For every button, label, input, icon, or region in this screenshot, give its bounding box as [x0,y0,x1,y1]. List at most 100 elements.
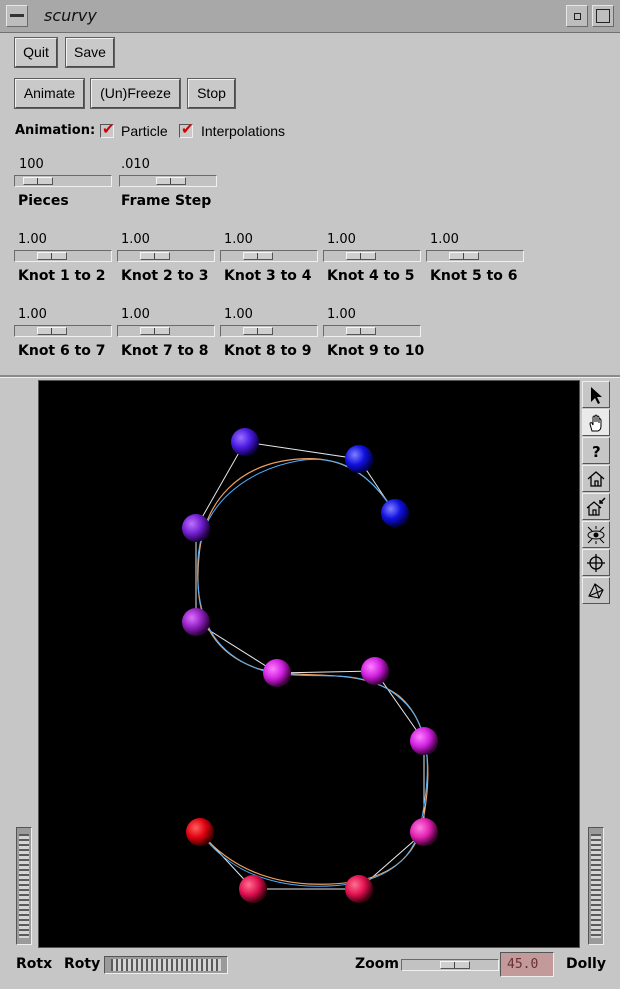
view-all-icon [587,526,605,544]
maximize-button[interactable] [592,5,614,27]
knot-7-8-value: 1.00 [121,307,150,322]
knot-1-2-label: Knot 1 to 2 [18,268,106,284]
frame-step-label: Frame Step [121,193,212,209]
knot-7-8-slider[interactable] [117,325,215,337]
divider [0,375,620,378]
set-home-icon [586,497,606,516]
knot-sphere [361,657,389,685]
slider-thumb[interactable] [243,327,273,335]
3d-viewport[interactable] [38,380,580,948]
zoom-value-field[interactable]: 45.0 [500,952,554,977]
help-icon: ? [592,443,601,461]
save-button[interactable]: Save [66,38,114,67]
svg-text:?: ? [592,443,601,461]
animation-label: Animation: [15,123,96,138]
roty-wheel[interactable] [104,956,228,974]
view-mode-button[interactable] [582,409,610,436]
knot-sphere [231,428,259,456]
slider-thumb[interactable] [346,327,376,335]
knot-8-9-label: Knot 8 to 9 [224,343,312,359]
knot-1-2-value: 1.00 [18,232,47,247]
knot-5-6-slider[interactable] [426,250,524,262]
s-curve-scene [182,428,438,903]
knot-9-10-value: 1.00 [327,307,356,322]
knot-7-8-label: Knot 7 to 8 [121,343,209,359]
maximize-icon [596,9,610,23]
help-button[interactable]: ? [582,437,610,464]
seek-button[interactable] [582,549,610,576]
animate-button[interactable]: Animate [15,79,84,108]
knot-3-4-value: 1.00 [224,232,253,247]
knot-sphere [345,875,373,903]
knot-6-7-slider[interactable] [14,325,112,337]
knot-4-5-value: 1.00 [327,232,356,247]
knot-3-4-label: Knot 3 to 4 [224,268,312,284]
projection-button[interactable] [582,577,610,604]
knot-8-9-slider[interactable] [220,325,318,337]
select-mode-button[interactable] [582,381,610,408]
home-button[interactable] [582,465,610,492]
dolly-wheel[interactable] [588,827,604,945]
knot-9-10-label: Knot 9 to 10 [327,343,425,359]
knot-5-6-label: Knot 5 to 6 [430,268,518,284]
interpolations-checkbox[interactable] [179,120,194,138]
rotx-label: Rotx [16,956,53,972]
slider-thumb[interactable] [140,252,170,260]
knot-2-3-value: 1.00 [121,232,150,247]
knot-2-3-slider[interactable] [117,250,215,262]
menu-bar-icon [10,14,24,17]
knot-6-7-label: Knot 6 to 7 [18,343,106,359]
window-menu-button[interactable] [6,5,28,27]
knot-4-5-label: Knot 4 to 5 [327,268,415,284]
frame-step-slider[interactable] [119,175,217,187]
slider-thumb[interactable] [140,327,170,335]
knot-9-10-slider[interactable] [323,325,421,337]
wheel-grip [19,834,29,938]
slider-thumb[interactable] [23,177,53,185]
pointer-icon [591,387,602,404]
slider-thumb[interactable] [346,252,376,260]
knot-2-3-label: Knot 2 to 3 [121,268,209,284]
unfreeze-button[interactable]: (Un)Freeze [91,79,180,108]
particle-label: Particle [121,123,168,139]
minimize-icon [574,13,581,20]
knot-6-7-value: 1.00 [18,307,47,322]
knot-sphere [381,499,409,527]
wheel-grip [591,834,601,938]
knot-4-5-slider[interactable] [323,250,421,262]
slider-thumb[interactable] [243,252,273,260]
knot-sphere [410,818,438,846]
set-home-button[interactable] [582,493,610,520]
wheel-grip [111,959,221,971]
knot-sphere [182,608,210,636]
projection-icon [588,583,604,599]
interpolations-label: Interpolations [201,123,286,139]
minimize-button[interactable] [566,5,588,27]
zoom-label: Zoom [355,956,399,972]
knot-3-4-slider[interactable] [220,250,318,262]
knot-8-9-value: 1.00 [224,307,253,322]
home-icon [587,471,605,487]
slider-thumb[interactable] [37,327,67,335]
seek-icon [587,554,605,572]
slider-thumb[interactable] [156,177,186,185]
knot-1-2-slider[interactable] [14,250,112,262]
quit-button[interactable]: Quit [15,38,57,67]
pieces-slider[interactable] [14,175,112,187]
view-all-button[interactable] [582,521,610,548]
slider-thumb[interactable] [440,961,470,969]
stop-button[interactable]: Stop [188,79,235,108]
knot-sphere [410,727,438,755]
window-title: scurvy [44,6,97,25]
knot-sphere [263,659,291,687]
frame-step-value: .010 [121,157,150,172]
particle-checkbox[interactable] [100,120,115,138]
slider-thumb[interactable] [449,252,479,260]
dolly-label: Dolly [566,956,606,972]
slider-thumb[interactable] [37,252,67,260]
zoom-slider[interactable] [401,959,499,971]
knot-5-6-value: 1.00 [430,232,459,247]
rotx-wheel[interactable] [16,827,32,945]
knot-sphere [182,514,210,542]
roty-label: Roty [64,956,101,972]
